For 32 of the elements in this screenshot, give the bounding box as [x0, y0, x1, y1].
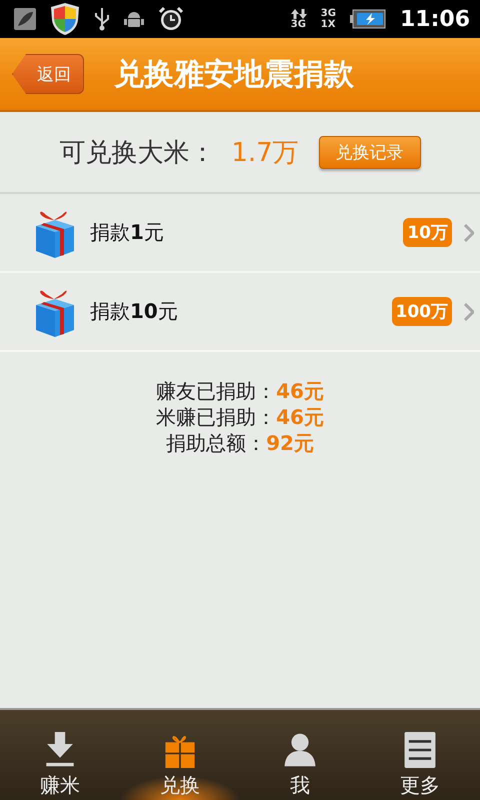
signal-label: 1X [320, 19, 336, 30]
alarm-clock-icon [158, 6, 184, 32]
rice-label: 可兑换大米： [59, 136, 216, 170]
shield-icon [50, 2, 80, 36]
total-value: 46元 [276, 378, 324, 404]
tab[interactable]: 赚米 [0, 710, 120, 800]
app-icon [14, 8, 36, 30]
data-arrows-icon [290, 8, 307, 18]
usb-icon [94, 7, 110, 31]
item-name: 捐款1元 [90, 219, 165, 246]
clock-time: 11:06 [400, 6, 470, 32]
chevron-icon [464, 224, 474, 242]
cost-badge: 10万 [403, 218, 452, 247]
donation-item[interactable]: 捐款1元 10万 [0, 194, 480, 273]
total-label: 米赚已捐助： [156, 404, 276, 430]
total-value: 46元 [276, 404, 324, 430]
rice-amount: 1.7万 [231, 136, 299, 170]
tab[interactable]: 我 [240, 710, 360, 800]
network-type: 3G [290, 18, 307, 30]
menu-icon [402, 732, 438, 768]
signal-label: 3G [320, 8, 336, 19]
chevron-icon [464, 302, 474, 320]
cost-badge: 100万 [392, 297, 452, 326]
item-name: 捐款10元 [90, 298, 179, 325]
android-icon [124, 9, 144, 29]
donation-item[interactable]: 捐款10元 100万 [0, 273, 480, 352]
total-value: 92元 [266, 430, 314, 456]
total-label: 赚友已捐助： [156, 378, 276, 404]
page-title: 兑换雅安地震捐款 [114, 56, 354, 94]
tab[interactable]: 更多 [360, 710, 480, 800]
total-label: 捐助总额： [166, 430, 266, 456]
battery-icon [350, 9, 386, 29]
